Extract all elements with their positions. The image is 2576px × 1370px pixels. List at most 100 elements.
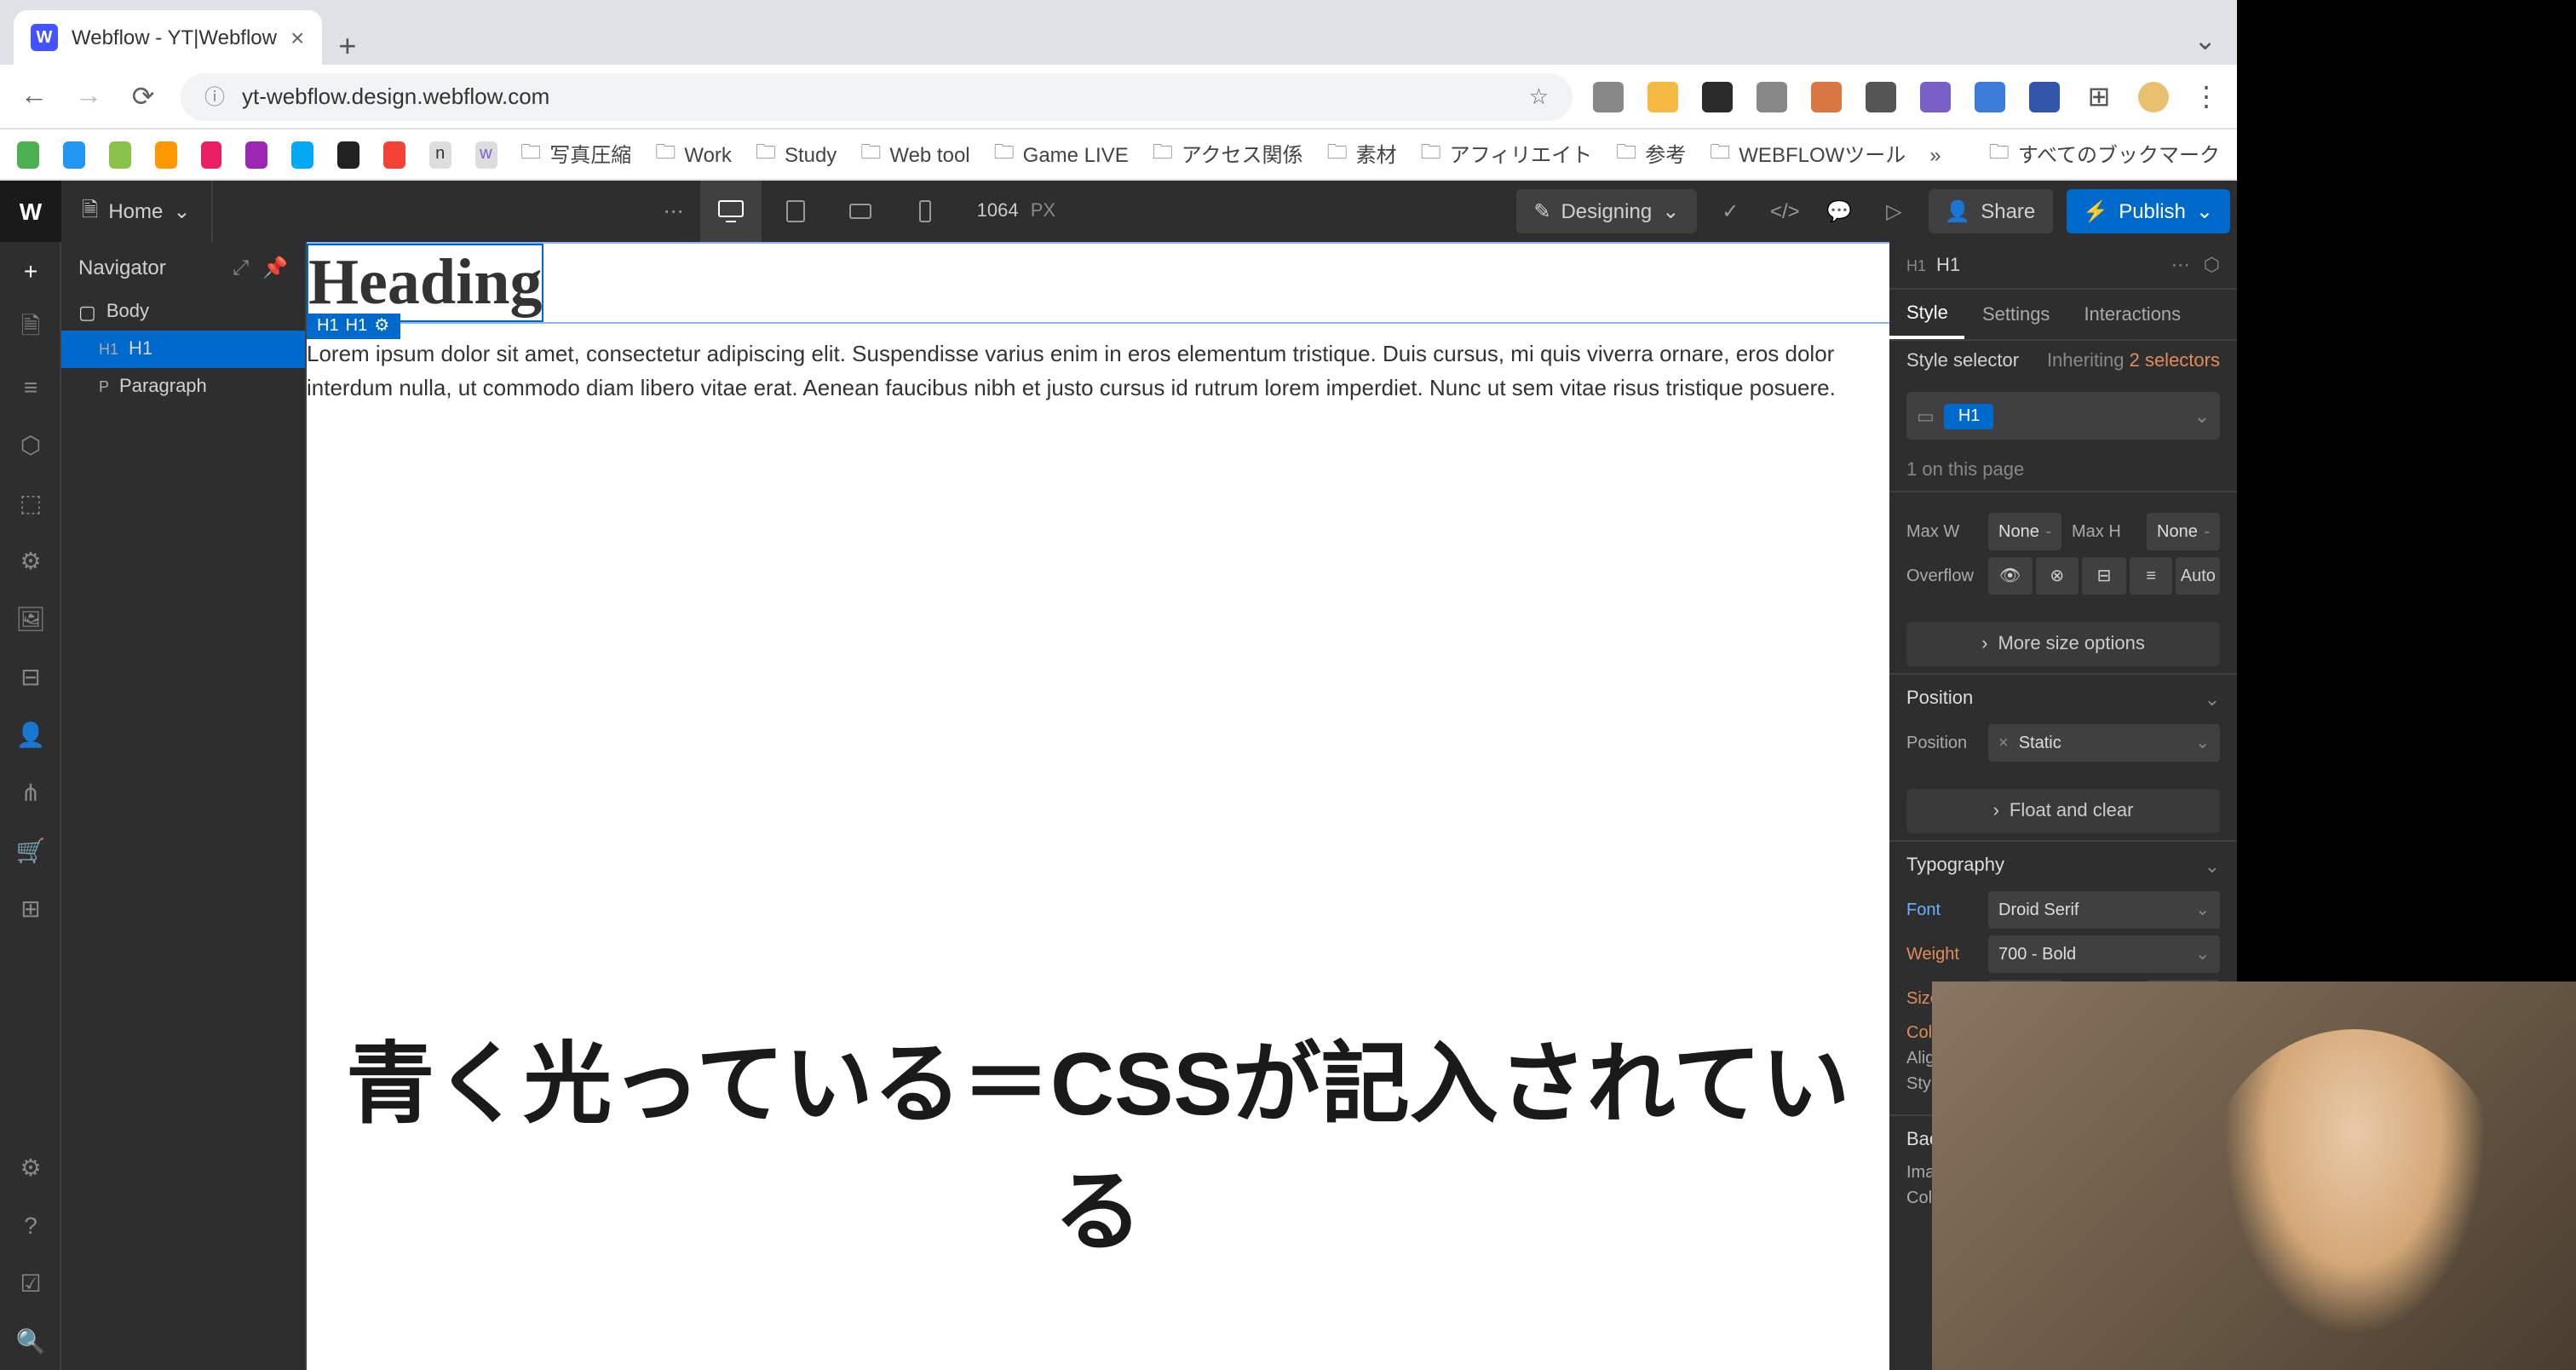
selection-badge[interactable]: H1 H1 ⚙ [307,314,400,339]
check-icon[interactable]: ✓ [1703,181,1757,242]
bookmarks-overflow-icon[interactable]: » [1929,142,1941,166]
site-info-icon[interactable]: ⓘ [204,82,225,111]
overflow-clip[interactable]: ≡ [2130,557,2173,595]
tabs-dropdown-icon[interactable]: ⌄ [2194,24,2217,58]
overflow-hidden[interactable]: ⊗ [2035,557,2079,595]
new-tab-button[interactable]: + [321,29,373,65]
max-height-input[interactable]: None- [2147,513,2220,550]
reload-button[interactable]: ⟳ [126,79,160,113]
bookmark-folder-5[interactable]: 🗀Game LIVE [994,136,1129,172]
bookmark-icon-10[interactable]: n [429,141,451,168]
bookmark-icon-5[interactable] [200,141,222,168]
tab-interactions[interactable]: Interactions [2067,290,2198,339]
position-select[interactable]: × Static ⌄ [1988,724,2220,762]
more-size-button[interactable]: ›More size options [1906,622,2220,666]
cms-icon[interactable]: ⊟ [0,648,61,705]
ext-icon-7[interactable] [1920,81,1951,112]
profile-avatar[interactable] [2138,81,2169,112]
add-element-icon[interactable]: + [0,242,61,300]
forward-button[interactable]: → [72,81,106,112]
preview-icon[interactable]: ▷ [1866,181,1921,242]
overflow-auto[interactable]: Auto [2176,557,2220,595]
bookmark-folder-8[interactable]: 🗀アフィリエイト [1421,136,1593,172]
tab-style[interactable]: Style [1889,290,1965,339]
bookmark-folder-2[interactable]: 🗀Work [655,136,732,172]
bookmark-icon-1[interactable] [17,141,39,168]
mode-dropdown[interactable]: ✎ Designing ⌄ [1516,189,1696,233]
audit-icon[interactable]: ☑ [0,1254,61,1312]
chrome-menu-icon[interactable]: ⋮ [2193,79,2220,113]
comments-icon[interactable]: 💬 [1812,181,1866,242]
canvas-paragraph[interactable]: Lorem ipsum dolor sit amet, consectetur … [307,337,1889,404]
max-width-input[interactable]: None- [1988,513,2061,550]
tree-node-body[interactable]: ▢ Body [61,293,305,331]
ext-icon-2[interactable] [1647,81,1678,112]
tree-node-h1[interactable]: H1 H1 [61,331,305,368]
bookmark-icon-9[interactable] [383,141,405,168]
bookmark-folder-4[interactable]: 🗀Web tool [860,136,969,172]
section-typography[interactable]: Typography⌄ [1906,855,2220,878]
bookmark-folder-10[interactable]: 🗀WEBFLOWツール [1710,136,1906,172]
home-button[interactable]: 🗎 Home ⌄ [61,181,212,242]
bookmark-folder-7[interactable]: 🗀素材 [1327,136,1397,172]
url-input[interactable]: ⓘ yt-webflow.design.webflow.com ☆ [181,72,1573,120]
gear-icon[interactable]: ⚙ [374,317,389,336]
canvas-width[interactable]: 1064 PX [957,201,1076,222]
star-icon[interactable]: ☆ [1529,83,1549,110]
ext-icon-9[interactable] [2029,81,2060,112]
ext-icon-5[interactable] [1811,81,1842,112]
tree-node-paragraph[interactable]: P Paragraph [61,368,305,406]
selector-chip[interactable]: H1 [1945,403,1994,429]
styles-icon[interactable]: ⚙ [0,532,61,590]
apps-icon[interactable]: ⊞ [0,879,61,937]
share-button[interactable]: 👤 Share [1928,189,2052,233]
code-icon[interactable]: </> [1757,181,1812,242]
bookmark-icon-8[interactable] [337,141,359,168]
browser-tab[interactable]: W Webflow - YT|Webflow × [14,10,321,65]
section-position[interactable]: Position⌄ [1906,688,2220,711]
search-icon[interactable]: 🔍 [0,1312,61,1370]
component-icon[interactable]: ⬡ [2204,254,2220,276]
navigator-icon[interactable]: ≡ [0,358,61,416]
bookmark-icon-7[interactable] [292,141,314,168]
ext-icon-4[interactable] [1757,81,1787,112]
settings-icon[interactable]: ⚙ [0,1138,61,1196]
overflow-visible[interactable]: 👁 [1988,557,2032,595]
class-selector[interactable]: ▭ H1 ⌄ [1906,392,2220,440]
mobile-landscape-breakpoint[interactable] [831,181,892,242]
bookmark-icon-3[interactable] [109,141,131,168]
desktop-breakpoint[interactable] [701,181,762,242]
users-icon[interactable]: 👤 [0,705,61,763]
bookmark-folder-1[interactable]: 🗀写真圧縮 [520,136,631,172]
components-icon[interactable]: ⬡ [0,416,61,474]
bookmark-folder-3[interactable]: 🗀Study [756,136,837,172]
bookmark-icon-6[interactable] [246,141,268,168]
back-button[interactable]: ← [17,81,51,112]
bookmark-icon-2[interactable] [63,141,85,168]
ext-icon-8[interactable] [1975,81,2005,112]
collapse-icon[interactable]: ⤢ [233,255,249,280]
chevron-down-icon[interactable]: ⌄ [2194,405,2210,427]
ext-icon-6[interactable] [1866,81,1896,112]
webflow-logo[interactable]: W [0,181,61,242]
more-icon[interactable]: ⋯ [647,181,701,242]
pages-icon[interactable]: 🗎 [0,300,61,358]
weight-select[interactable]: 700 - Bold⌄ [1988,935,2220,973]
assets-icon[interactable]: 🖼 [0,590,61,648]
mobile-breakpoint[interactable] [895,181,957,242]
ecommerce-icon[interactable]: 🛒 [0,821,61,879]
canvas[interactable]: Heading H1 H1 ⚙ Lorem ipsum dolor sit am… [307,242,1889,1370]
camera-ext-icon[interactable] [1593,81,1624,112]
tablet-breakpoint[interactable] [766,181,827,242]
help-icon[interactable]: ? [0,1196,61,1254]
canvas-heading[interactable]: Heading [307,244,544,322]
inheriting-link[interactable]: Inheriting 2 selectors [2047,351,2220,371]
bookmark-webflow-icon[interactable]: w [475,141,497,168]
tab-settings[interactable]: Settings [1965,290,2067,339]
bookmark-icon-4[interactable] [154,141,176,168]
float-clear-button[interactable]: ›Float and clear [1906,789,2220,833]
extensions-icon[interactable]: ⊞ [2084,81,2114,112]
pin-icon[interactable]: 📌 [262,255,288,280]
font-select[interactable]: Droid Serif⌄ [1988,891,2220,929]
ext-icon-3[interactable] [1702,81,1733,112]
